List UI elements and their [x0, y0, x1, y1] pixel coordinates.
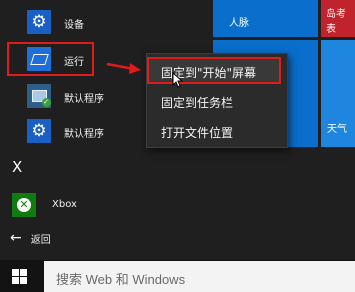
- app-item-xbox[interactable]: ✕ Xbox: [5, 190, 125, 218]
- taskbar: 搜索 Web 和 Windows: [0, 260, 355, 292]
- tile-top-right[interactable]: 岛考表: [321, 0, 355, 37]
- app-label: 设备: [64, 20, 84, 31]
- tile-label: 人脉: [229, 18, 249, 29]
- menu-item-open-file-location[interactable]: 打开文件位置: [161, 124, 233, 141]
- mouse-cursor-icon: [172, 72, 184, 88]
- windows-logo-icon[interactable]: [12, 269, 27, 284]
- back-label: 返回: [30, 234, 51, 246]
- gear-icon: ⚙: [27, 10, 51, 34]
- xbox-icon: ✕: [12, 193, 36, 217]
- app-item-devices[interactable]: ⚙ 设备: [20, 8, 140, 36]
- tile-people[interactable]: 人脉: [213, 0, 318, 37]
- search-box[interactable]: 搜索 Web 和 Windows: [44, 261, 355, 292]
- tile-weather[interactable]: 天气: [321, 40, 355, 147]
- menu-item-pin-to-taskbar[interactable]: 固定到任务栏: [161, 94, 233, 111]
- context-menu: 固定到"开始"屏幕 固定到任务栏 打开文件位置: [146, 53, 288, 148]
- back-button[interactable]: ← 返回: [10, 230, 51, 246]
- tile-label: 天气: [327, 124, 347, 135]
- app-label: Xbox: [52, 199, 77, 210]
- default-programs-icon: ✓: [27, 84, 51, 108]
- back-arrow-icon: ←: [10, 230, 22, 246]
- app-label: 默认程序: [64, 129, 104, 140]
- run-highlight-box: [7, 42, 94, 76]
- app-item-default-programs-2[interactable]: ⚙ 默认程序: [20, 117, 140, 145]
- section-letter-x[interactable]: X: [12, 158, 22, 176]
- app-label: 默认程序: [64, 94, 104, 105]
- search-placeholder: 搜索 Web 和 Windows: [56, 272, 186, 287]
- gear-icon: ⚙: [27, 119, 51, 143]
- app-item-default-programs[interactable]: ✓ 默认程序: [20, 82, 140, 110]
- red-arrow-icon: [106, 62, 141, 74]
- tile-label: 岛考表: [326, 9, 346, 35]
